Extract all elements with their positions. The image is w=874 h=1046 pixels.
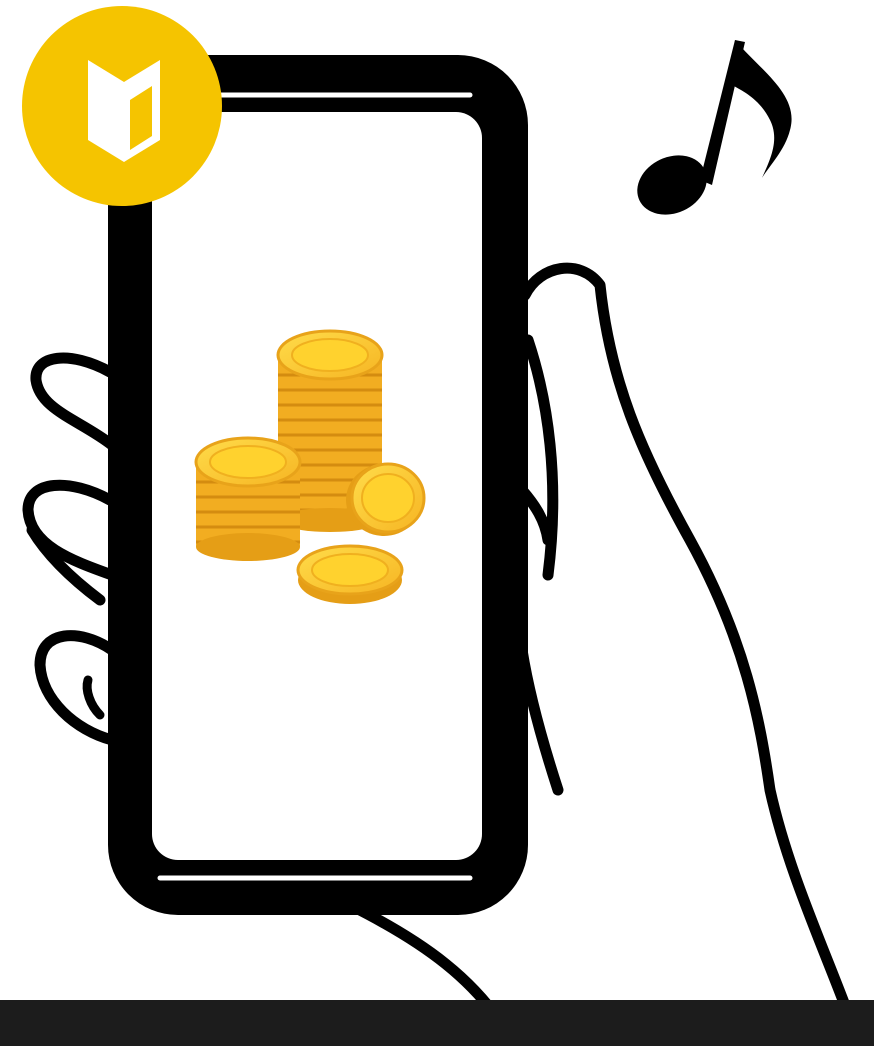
finger-1-outline <box>30 352 118 451</box>
beginner-badge <box>22 6 222 206</box>
finger-4-outline <box>34 630 118 746</box>
finger-2-outline <box>22 479 118 581</box>
finger-4-tip <box>82 675 105 720</box>
music-note-icon <box>637 40 792 215</box>
coin-flat <box>296 544 404 604</box>
hand-thumb-outline <box>519 262 866 1046</box>
phone-hand-illustration <box>22 6 866 1046</box>
coin-stack-short <box>194 436 302 561</box>
illustration-canvas <box>0 0 874 1046</box>
bottom-bar <box>0 1000 874 1046</box>
